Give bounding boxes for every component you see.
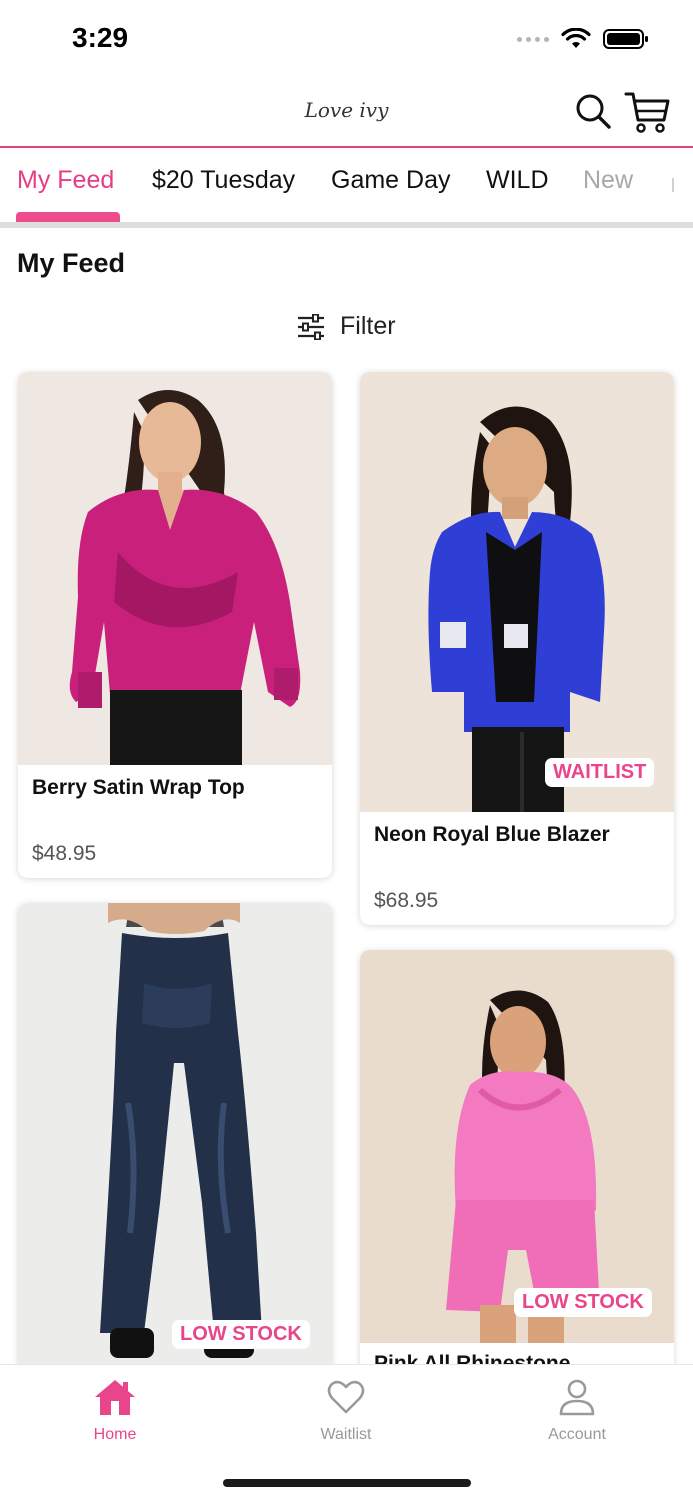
home-icon: [95, 1380, 135, 1415]
page-title: My Feed: [17, 248, 126, 278]
nav-item-waitlist[interactable]: Waitlist: [286, 1377, 406, 1444]
product-card-pink-all-rhinestone[interactable]: LOW STOCK Pink All Rhinestone: [360, 950, 674, 1390]
status-badge: LOW STOCK: [514, 1288, 652, 1317]
product-title: Berry Satin Wrap Top: [32, 776, 245, 799]
status-icons: [517, 28, 649, 50]
product-image: [18, 372, 332, 765]
home-indicator: [223, 1479, 471, 1487]
nav-label: Account: [548, 1426, 606, 1443]
cart-icon: [624, 92, 670, 133]
status-bar: 3:29: [0, 0, 693, 80]
tab-game-day[interactable]: Game Day: [331, 166, 450, 195]
nav-label: Home: [93, 1426, 137, 1443]
product-image: [18, 903, 332, 1383]
cellular-signal-icon: [517, 36, 549, 42]
product-title: Neon Royal Blue Blazer: [374, 823, 610, 846]
tab-new[interactable]: New: [583, 166, 633, 195]
product-price: $68.95: [374, 889, 439, 912]
product-card-neon-royal-blue-blazer[interactable]: WAITLIST Neon Royal Blue Blazer $68.95: [360, 372, 674, 925]
nav-label: Waitlist: [320, 1426, 372, 1443]
filter-button[interactable]: Filter: [296, 312, 396, 341]
battery-icon: [603, 29, 648, 49]
active-tab-indicator: [16, 212, 120, 222]
heart-icon: [327, 1380, 365, 1414]
filter-label: Filter: [340, 312, 396, 340]
nav-item-account[interactable]: Account: [517, 1377, 637, 1444]
product-image: [360, 950, 674, 1343]
person-icon: [559, 1379, 595, 1416]
cart-button[interactable]: [624, 90, 670, 134]
product-image: [360, 372, 674, 812]
product-card-berry-satin-wrap-top[interactable]: Berry Satin Wrap Top $48.95: [18, 372, 332, 878]
tab-scroll-edge: [672, 178, 674, 192]
search-icon: [576, 94, 611, 129]
tab-wild[interactable]: WILD: [486, 166, 549, 195]
tab-my-feed[interactable]: My Feed: [17, 166, 114, 195]
search-button[interactable]: [574, 92, 612, 130]
product-card-jeans[interactable]: LOW STOCK: [18, 903, 332, 1383]
sliders-icon: [298, 313, 324, 340]
tabs-divider: [0, 222, 693, 228]
app-header: Love ivy: [0, 80, 693, 148]
product-price: $48.95: [32, 842, 97, 865]
nav-item-home[interactable]: Home: [55, 1377, 175, 1444]
category-tabs: My Feed $20 Tuesday Game Day WILD New: [0, 150, 693, 224]
status-badge: LOW STOCK: [172, 1320, 310, 1349]
status-time: 3:29: [72, 22, 129, 53]
tab-20-tuesday[interactable]: $20 Tuesday: [152, 166, 295, 195]
status-badge: WAITLIST: [545, 758, 655, 787]
wifi-icon: [561, 28, 591, 48]
